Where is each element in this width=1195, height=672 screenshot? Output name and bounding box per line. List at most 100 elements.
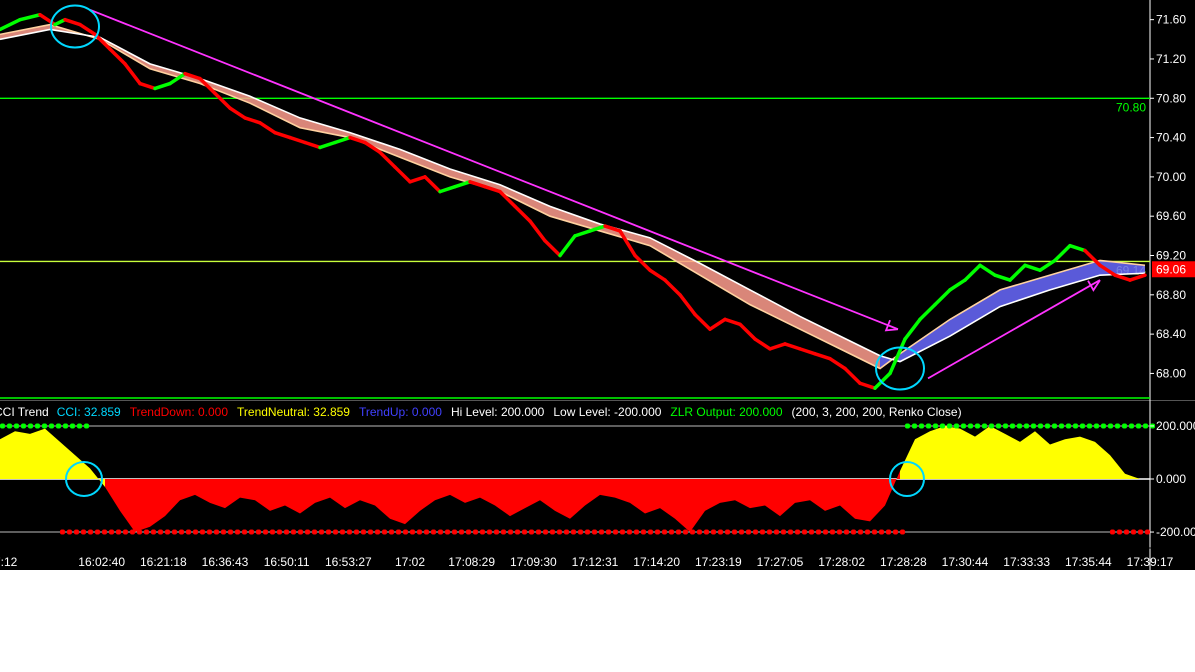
zlr-down-dot [340,529,345,535]
zlr-down-dot [396,529,401,535]
cci-area-segment [360,479,375,506]
x-tick-label: 7:12 [0,555,18,569]
zlr-down-dot [291,529,296,535]
price-segment [333,135,352,145]
zlr-up-dot [1143,423,1148,429]
zlr-up-dot [905,423,910,429]
zlr-up-dot [1087,423,1092,429]
zlr-down-dot [767,529,772,535]
zlr-down-dot [144,529,149,535]
cci-area-segment [1110,455,1125,479]
y-tick-label: 70.80 [1156,91,1186,105]
ma-band-segment [700,263,750,305]
zlr-up-dot [989,423,994,429]
zlr-down-dot [361,529,366,535]
price-segment [918,302,937,322]
zlr-up-dot [21,423,26,429]
zlr-down-dot [256,529,261,535]
zlr-down-dot [228,529,233,535]
cci-area-segment [615,479,630,503]
zlr-down-dot [375,529,380,535]
price-segment [1023,263,1042,272]
y-tick-label: 68.00 [1156,366,1186,380]
zlr-down-dot [886,529,891,535]
zlr-up-dot [1003,423,1008,429]
zlr-down-dot [452,529,457,535]
cci-area-segment [30,428,45,479]
zlr-down-dot [277,529,282,535]
zlr-down-dot [368,529,373,535]
price-segment [123,62,142,86]
cci-area-segment [465,479,480,503]
cci-area-segment [1095,441,1110,479]
x-tick-label: 16:02:40 [78,555,125,569]
price-segment [303,140,322,150]
price-segment [18,12,42,22]
zlr-down-dot [690,529,695,535]
y-tick-label: 71.20 [1156,52,1186,66]
zlr-down-dot [221,529,226,535]
cci-area-segment [510,479,525,517]
cci-area-segment [600,479,615,498]
indicator-tick-label: 0.000 [1156,472,1186,486]
cci-area-segment [405,479,420,525]
cci-area-segment [390,479,405,525]
zlr-down-dot [732,529,737,535]
zlr-up-dot [919,423,924,429]
price-segment [258,121,277,135]
zlr-down-dot [781,529,786,535]
zlr-down-dot [424,529,429,535]
zlr-up-dot [947,423,952,429]
price-segment [408,175,427,184]
x-tick-label: 17:28:28 [880,555,927,569]
cci-area-segment [540,479,555,511]
price-segment [0,17,22,32]
zlr-down-dot [788,529,793,535]
zlr-up-dot [1129,423,1134,429]
price-segment [648,268,667,282]
zlr-down-dot [270,529,275,535]
zlr-up-dot [940,423,945,429]
y-tick-label: 71.60 [1156,13,1186,27]
cci-area-segment [795,479,810,503]
zlr-up-dot [35,423,40,429]
price-segment [633,253,652,272]
cci-area-segment [225,479,240,509]
zlr-down-dot [473,529,478,535]
zlr-down-dot [501,529,506,535]
y-tick-label: 68.40 [1156,327,1186,341]
x-tick-label: 17:27:05 [757,555,804,569]
price-segment [1008,263,1027,282]
zlr-down-dot [158,529,163,535]
price-segment [288,135,307,145]
zlr-down-dot [571,529,576,535]
cci-area-segment [990,425,1005,479]
zlr-down-dot [319,529,324,535]
zlr-down-dot [109,529,114,535]
cci-area-segment [1020,431,1035,479]
zlr-down-dot [403,529,408,535]
zlr-down-dot [725,529,730,535]
cci-area-segment [270,479,285,511]
zlr-down-dot [900,529,905,535]
zlr-up-dot [84,423,89,429]
price-segment [678,293,697,317]
price-panel[interactable]: 71.60 71.20 70.80 70.40 70.00 69.60 69.20 68.80… [0,0,1195,400]
zlr-up-dot [63,423,68,429]
chart-window[interactable]: 71.60 71.20 70.80 70.40 70.00 69.60 69.20 68.80… [0,0,1195,570]
zlr-down-dot [347,529,352,535]
price-segment [528,219,547,243]
legend-item: ZLR Output: 200.000 [670,405,782,419]
zlr-up-dot [968,423,973,429]
cci-area-segment [675,479,690,533]
zlr-down-dot [711,529,716,535]
price-segment [393,165,412,184]
zlr-down-dot [697,529,702,535]
zlr-down-dot [620,529,625,535]
zlr-down-dot [172,529,177,535]
cci-area-segment [480,479,495,506]
zlr-down-dot [263,529,268,535]
cci-area-segment [630,479,645,514]
zlr-down-dot [81,529,86,535]
cci-indicator-panel[interactable]: 200.000 0.000 -200.000 CCI Trend CCI: 32.859… [0,400,1195,570]
